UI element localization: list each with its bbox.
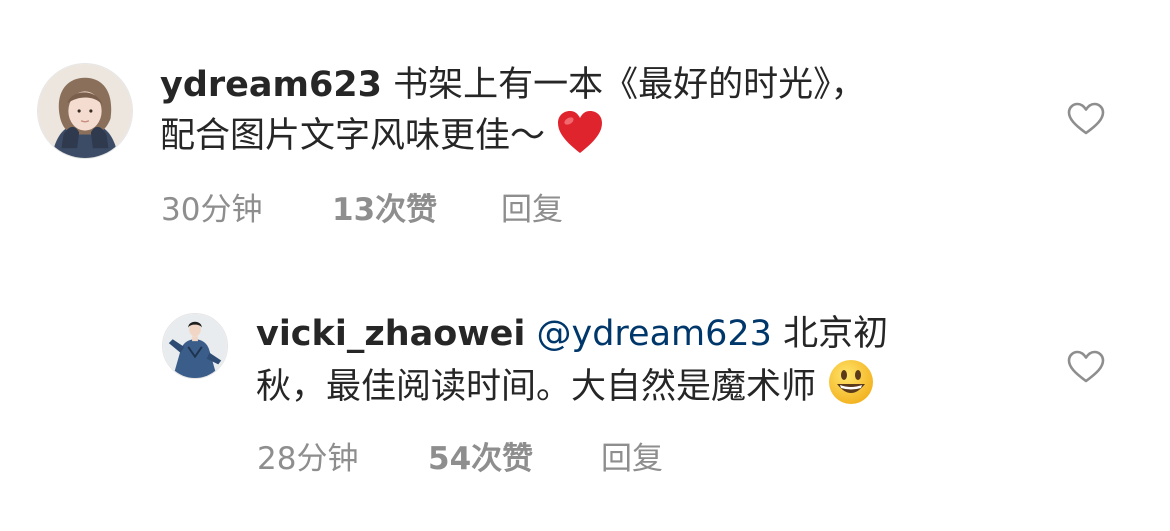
comment-meta: 30分钟 13次赞 回复 <box>161 184 563 229</box>
comment-text: 北京初 <box>783 314 889 354</box>
comment-line-1: ydream623 书架上有一本《最好的时光》， <box>160 61 1000 109</box>
red-heart-emoji <box>556 109 604 168</box>
mention-link[interactable]: @ydream623 <box>537 314 772 354</box>
comment-line-2: 秋，最佳阅读时间。大自然是魔术师 <box>256 358 1016 419</box>
comment-line-1: vicki_zhaowei @ydream623 北京初 <box>256 310 1016 358</box>
comment-body: ydream623 书架上有一本《最好的时光》， 配合图片文字风味更佳～ <box>160 61 1000 168</box>
reply-button[interactable]: 回复 <box>601 433 663 478</box>
comment-meta: 28分钟 54次赞 回复 <box>257 433 663 478</box>
like-heart-icon[interactable] <box>1067 350 1105 384</box>
comment-text: 秋，最佳阅读时间。大自然是魔术师 <box>256 367 817 407</box>
avatar[interactable] <box>37 63 133 159</box>
avatar-illustration <box>38 64 132 158</box>
avatar-illustration <box>163 314 227 378</box>
comment-time: 28分钟 <box>257 441 359 477</box>
comment-time: 30分钟 <box>161 192 263 228</box>
grinning-face-emoji <box>827 358 875 419</box>
like-count[interactable]: 13次赞 <box>332 184 501 229</box>
reply-button[interactable]: 回复 <box>501 184 563 229</box>
comment-text: 配合图片文字风味更佳～ <box>160 116 546 156</box>
comment-body: vicki_zhaowei @ydream623 北京初 秋，最佳阅读时间。大自… <box>256 310 1016 419</box>
like-heart-icon[interactable] <box>1067 102 1105 136</box>
like-count[interactable]: 54次赞 <box>428 433 601 478</box>
username-link[interactable]: vicki_zhaowei <box>256 314 525 354</box>
comment-text: 书架上有一本《最好的时光》， <box>393 65 866 105</box>
comment-line-2: 配合图片文字风味更佳～ <box>160 109 1000 168</box>
avatar[interactable] <box>162 313 228 379</box>
username-link[interactable]: ydream623 <box>160 65 382 105</box>
